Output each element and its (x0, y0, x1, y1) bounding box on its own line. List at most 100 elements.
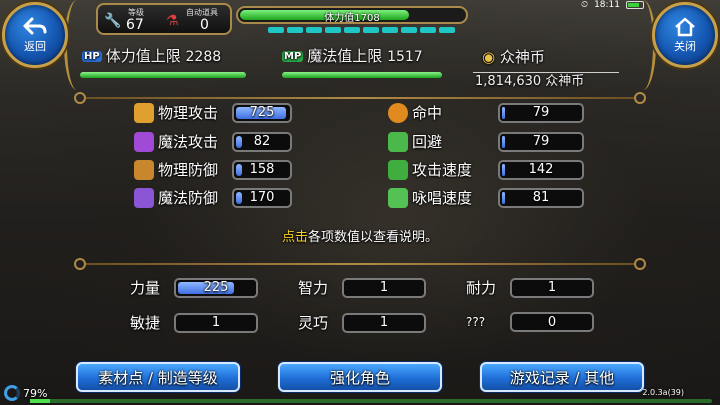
level-panel: 🔧 等级 67 ⚗ 自动道具 0 (96, 3, 232, 35)
materials-button[interactable]: 素材点 / 制造等级 (76, 362, 240, 392)
attr-value: 225 (203, 280, 229, 295)
stat-value-box: 81 (498, 187, 584, 208)
level-value: 67 (126, 17, 144, 33)
stat-value-fill (502, 191, 506, 204)
coin-icon: ◉ (482, 48, 496, 66)
stat-evasion[interactable]: 回避 79 (388, 131, 584, 152)
hint-highlight: 点击 (281, 230, 308, 245)
stat-value-box: 142 (498, 159, 584, 180)
divider-bottom (74, 258, 646, 270)
shield-icon (134, 159, 154, 180)
cast-speed-icon (388, 187, 408, 208)
attr-value: 0 (547, 314, 557, 330)
magic-shield-icon (134, 187, 154, 208)
mp-tag: MP (282, 51, 304, 62)
stat-magic-defense[interactable]: 魔法防御 170 (134, 187, 292, 208)
stat-value-fill (236, 191, 242, 204)
stat-value: 142 (528, 162, 554, 177)
hp-tag: HP (82, 51, 102, 62)
attr-label: 敏捷 (130, 314, 161, 332)
potion-icon: ⚗ (166, 13, 179, 29)
battery-icon (626, 1, 644, 9)
stat-value: 170 (249, 190, 275, 205)
stat-value: 79 (532, 105, 550, 120)
attr-label: 力量 (130, 279, 161, 297)
stat-value-fill (502, 163, 506, 176)
attr-label: 耐力 (466, 279, 497, 297)
stat-value-fill (236, 135, 242, 148)
stat-value-box: 79 (498, 131, 584, 152)
back-label: 返回 (24, 39, 46, 53)
stat-value-fill (236, 163, 242, 176)
magic-staff-icon (134, 131, 154, 152)
attr-value: 1 (211, 315, 221, 330)
status-indicators: ⏲ 18:11 (581, 0, 644, 10)
attr-label: 灵巧 (298, 314, 329, 332)
bottom-progress-bar (30, 399, 712, 403)
stat-value-box: 725 (232, 102, 292, 123)
attr-value: 1 (379, 280, 389, 295)
stat-magic-attack[interactable]: 魔法攻击 82 (134, 131, 292, 152)
attr-label: 智力 (298, 279, 329, 297)
stat-value: 79 (532, 134, 550, 149)
stat-value-box: 170 (232, 187, 292, 208)
attr-unknown[interactable]: ??? 0 (466, 312, 594, 332)
sword-icon (134, 102, 154, 123)
back-arrow-icon (23, 17, 47, 34)
coin-underline (473, 72, 619, 73)
attr-intelligence[interactable]: 智力 1 (298, 277, 426, 298)
attack-speed-icon (388, 159, 408, 180)
attr-value-box: 0 (510, 312, 594, 332)
stat-label: 攻击速度 (412, 161, 473, 179)
stat-value: 725 (249, 105, 275, 120)
right-ornament (630, 0, 656, 90)
close-button[interactable]: 关闭 (652, 2, 718, 68)
stat-label: 咏唱速度 (412, 189, 473, 207)
attr-label: ??? (466, 315, 486, 329)
clock-icon: ⏲ (581, 0, 589, 10)
stat-label: 命中 (412, 104, 443, 122)
stat-value: 158 (249, 162, 275, 177)
hp-max-stat[interactable]: HP 体力值上限 2288 (82, 45, 221, 66)
stat-value-fill (502, 135, 506, 148)
target-icon (388, 102, 408, 123)
mp-max-label: 魔法值上限 (307, 47, 383, 65)
attr-value-box: 225 (174, 277, 258, 298)
close-label: 关闭 (674, 39, 696, 53)
stat-physical-attack[interactable]: 物理攻击 725 (134, 102, 292, 123)
mp-max-bar (282, 72, 442, 78)
stat-cast-speed[interactable]: 咏唱速度 81 (388, 187, 584, 208)
top-hp-bar: 体力值1708 (236, 6, 468, 24)
game-records-button[interactable]: 游戏记录 / 其他 (480, 362, 644, 392)
attr-value-box: 1 (342, 312, 426, 333)
hint-text: 各项数值以查看说明。 (308, 230, 439, 245)
top-hp-text: 体力值1708 (324, 13, 380, 24)
stat-label: 魔法防御 (158, 189, 219, 207)
stat-value: 81 (532, 190, 550, 205)
stat-value-box: 82 (232, 131, 292, 152)
stats-hint: 点击各项数值以查看说明。 (0, 226, 720, 245)
stat-value-fill (502, 106, 506, 119)
attr-dexterity[interactable]: 灵巧 1 (298, 312, 426, 333)
stat-label: 魔法攻击 (158, 133, 219, 151)
hp-max-value: 2288 (185, 49, 222, 65)
mp-max-stat[interactable]: MP 魔法值上限 1517 (282, 45, 423, 66)
back-button[interactable]: 返回 (2, 2, 68, 68)
progress-percent: 79% (23, 386, 48, 400)
stat-physical-defense[interactable]: 物理防御 158 (134, 159, 292, 180)
attr-strength[interactable]: 力量 225 (130, 277, 258, 298)
boot-icon (388, 131, 408, 152)
attr-stamina[interactable]: 耐力 1 (466, 277, 594, 298)
stat-value: 82 (253, 134, 271, 149)
clock-text: 18:11 (594, 0, 620, 10)
enhance-character-button[interactable]: 强化角色 (278, 362, 442, 392)
coin-label: 众神币 (499, 48, 545, 66)
stat-attack-speed[interactable]: 攻击速度 142 (388, 159, 584, 180)
stat-accuracy[interactable]: 命中 79 (388, 102, 584, 123)
attr-value-box: 1 (174, 312, 258, 333)
attr-agility[interactable]: 敏捷 1 (130, 312, 258, 333)
version-text: 2.0.3a(39) (642, 388, 684, 397)
hp-max-label: 体力值上限 (105, 47, 181, 65)
attr-value-box: 1 (342, 277, 426, 298)
progress-ring-icon (4, 385, 20, 401)
